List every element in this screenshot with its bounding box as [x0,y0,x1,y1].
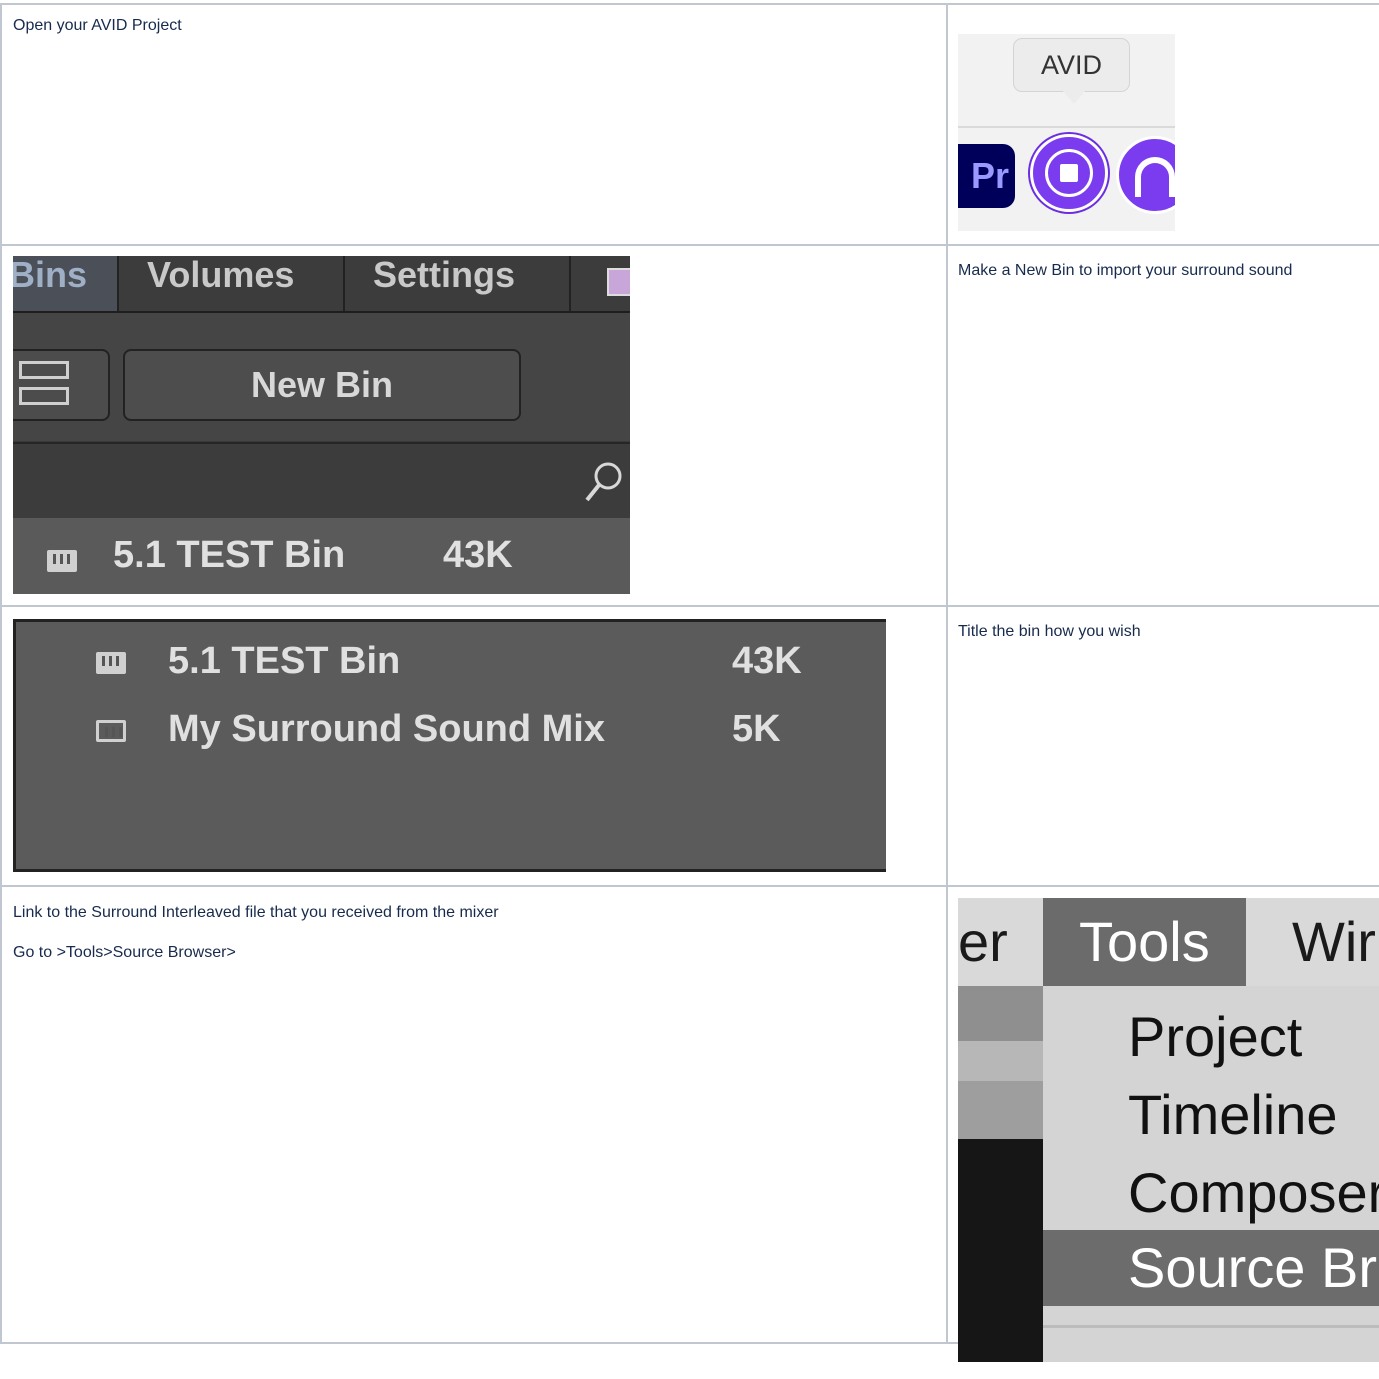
avid-media-composer-icon[interactable] [1030,134,1108,212]
avid-bins-screenshot: Bins Volumes Settings New Bin 5.1 TEST B… [13,256,630,594]
tools-dropdown-menu: Project Timeline Composer Source Br [1043,986,1379,1362]
step-text: Go to >Tools>Source Browser> [13,944,236,961]
table-cell-row4-text: Link to the Surround Interleaved file th… [13,903,933,963]
menu-divider [1043,1325,1379,1328]
menu-item-timeline[interactable]: Timeline [1128,1082,1338,1147]
menu-item-composer[interactable]: Composer [1128,1160,1379,1225]
background-panel [958,986,1043,1041]
menu-window[interactable]: Wir [1292,898,1376,986]
bin-icon [96,720,126,742]
table-border [946,3,948,1344]
dock-divider [958,126,1175,128]
format-tab-icon[interactable] [607,268,630,296]
menu-tools[interactable]: Tools [1043,898,1246,986]
film-frame-icon [1060,164,1078,182]
background-panel [958,1139,1043,1362]
table-border [0,3,2,1344]
bin-size: 43K [443,534,513,576]
step-text: Open your AVID Project [13,17,182,34]
bin-list-screenshot: 5.1 TEST Bin 43K My Surround Sound Mix 5… [13,619,886,872]
table-cell-row1-text: Open your AVID Project [13,16,933,36]
bin-toolbar: New Bin [13,313,630,441]
step-text: Link to the Surround Interleaved file th… [13,904,499,921]
bin-list-item[interactable]: 5.1 TEST Bin 43K [13,518,630,594]
background-panel [958,1081,1043,1139]
table-border [0,605,1379,607]
premiere-icon[interactable]: Pr [958,144,1015,208]
menu-item-project[interactable]: Project [1128,1004,1302,1069]
new-bin-button[interactable]: New Bin [123,349,521,421]
bin-icon [96,652,126,674]
pro-tools-icon[interactable] [1116,136,1175,214]
bin-view-toggle-button[interactable] [13,349,110,421]
search-icon[interactable] [584,460,624,504]
table-border [0,244,1379,246]
tab-volumes[interactable]: Volumes [119,256,345,311]
background-panel [958,1041,1043,1081]
table-border [0,3,1379,5]
view-bar-icon [19,387,69,405]
bin-size: 5K [732,708,781,750]
bin-list: 5.1 TEST Bin 43K My Surround Sound Mix 5… [16,622,886,869]
avid-ring [1045,149,1093,197]
table-cell-row2-text: Make a New Bin to import your surround s… [958,261,1379,281]
menu-item-source-browser[interactable]: Source Br [1043,1230,1379,1306]
bin-name[interactable]: 5.1 TEST Bin [168,640,400,683]
bin-name: 5.1 TEST Bin [113,534,346,576]
pro-tools-arc [1135,157,1175,197]
avid-tooltip: AVID [1013,38,1130,92]
step-text: Title the bin how you wish [958,623,1141,640]
tooltip-pointer [1062,90,1086,104]
tab-bins[interactable]: Bins [13,256,119,311]
bin-name[interactable]: My Surround Sound Mix [168,708,605,751]
bin-search-field[interactable] [13,442,630,520]
menu-bar: er Tools Wir [958,898,1379,986]
tab-settings[interactable]: Settings [345,256,571,311]
tools-menu-screenshot: er Tools Wir Project Timeline Composer S… [958,898,1379,1362]
bin-size: 43K [732,640,802,682]
table-cell-row3-text: Title the bin how you wish [958,622,1373,642]
project-tab-bar: Bins Volumes Settings [13,256,630,313]
table-border [0,885,1379,887]
view-bar-icon [19,361,69,379]
bin-icon [47,550,77,572]
dock-screenshot: AVID Pr [958,34,1175,231]
menu-partial-left[interactable]: er [958,898,1008,986]
step-text: Make a New Bin to import your surround s… [958,262,1293,279]
instruction-table: Open your AVID Project AVID Pr Bins Volu… [0,0,1379,1379]
